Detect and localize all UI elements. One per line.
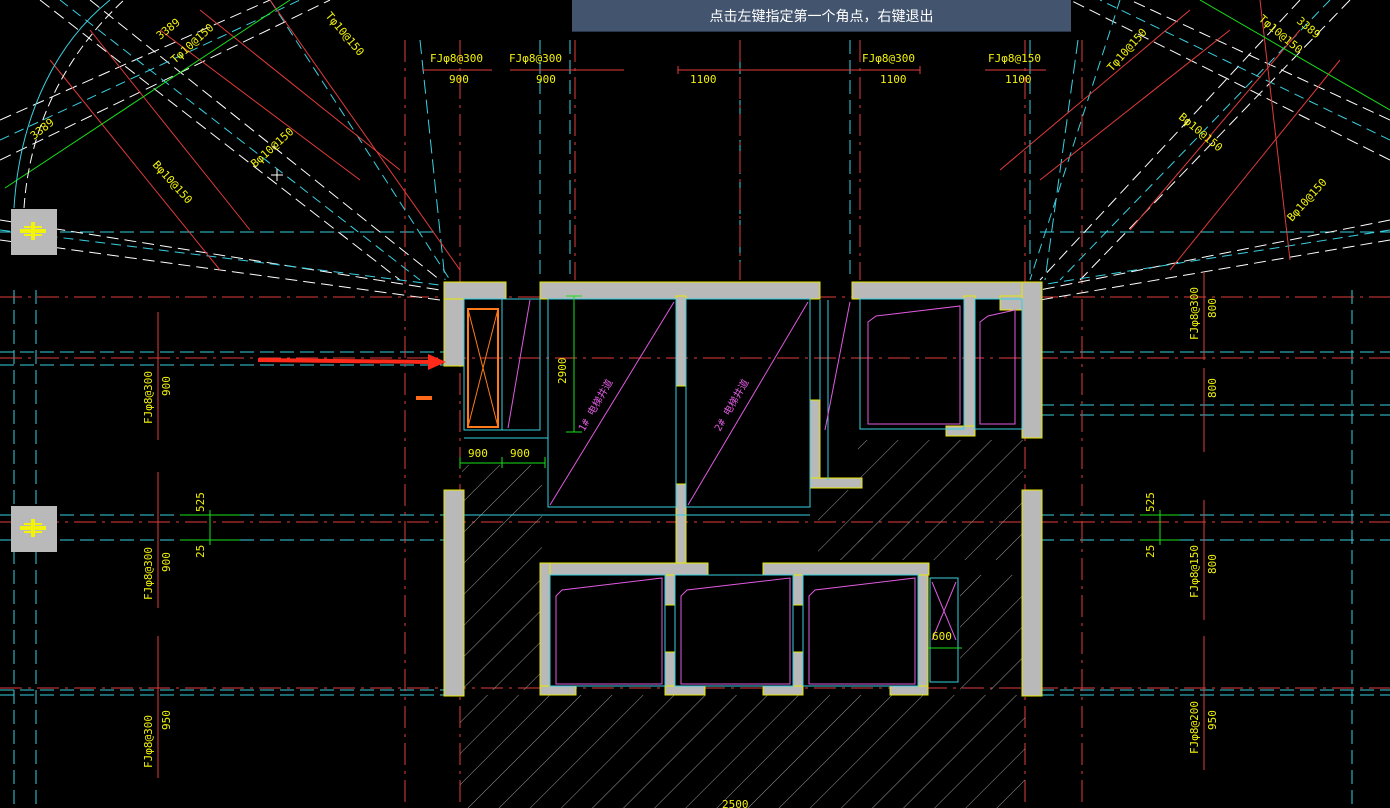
svg-text:FJφ8@300: FJφ8@300 (1188, 287, 1201, 340)
pointer-arrow-icon (257, 354, 446, 370)
svg-text:FJφ8@300: FJφ8@300 (509, 52, 562, 65)
svg-text:900: 900 (449, 73, 469, 86)
svg-text:900: 900 (468, 447, 488, 460)
svg-text:900: 900 (160, 552, 173, 572)
svg-text:FJφ8@200: FJφ8@200 (1188, 701, 1201, 754)
svg-text:25: 25 (1144, 545, 1157, 558)
svg-text:900: 900 (536, 73, 556, 86)
svg-text:FJφ8@300: FJφ8@300 (862, 52, 915, 65)
svg-text:2500: 2500 (722, 798, 749, 808)
svg-text:3389: 3389 (1294, 14, 1323, 41)
selected-member[interactable] (467, 308, 499, 428)
svg-text:2# 电梯井道: 2# 电梯井道 (711, 377, 751, 434)
column-grip-icon[interactable] (11, 209, 57, 255)
svg-text:525: 525 (194, 492, 207, 512)
svg-text:900: 900 (510, 447, 530, 460)
svg-text:1100: 1100 (880, 73, 907, 86)
svg-text:Tφ10@150: Tφ10@150 (323, 10, 367, 59)
svg-text:950: 950 (1206, 710, 1219, 730)
diagonal-beams-left (0, 0, 461, 301)
svg-text:FJφ8@300: FJφ8@300 (430, 52, 483, 65)
svg-text:800: 800 (1206, 554, 1219, 574)
top-dimension-lines (422, 66, 1046, 74)
svg-text:FJφ8@150: FJφ8@150 (1188, 545, 1201, 598)
crosshair-cursor-icon (271, 169, 283, 181)
small-marker (416, 396, 432, 400)
svg-text:2900: 2900 (556, 358, 569, 385)
cad-drawing-canvas[interactable]: FJφ8@300 FJφ8@300 FJφ8@300 FJφ8@150 900 … (0, 0, 1390, 808)
svg-text:Bφ10@150: Bφ10@150 (150, 158, 195, 206)
svg-text:25: 25 (194, 545, 207, 558)
svg-text:3389: 3389 (28, 116, 57, 143)
svg-text:FJφ8@300: FJφ8@300 (142, 715, 155, 768)
column-grip-icon[interactable] (11, 506, 57, 552)
command-prompt-banner: 点击左键指定第一个角点，右键退出 (572, 0, 1071, 32)
svg-text:FJφ8@300: FJφ8@300 (142, 371, 155, 424)
svg-text:FJφ8@300: FJφ8@300 (142, 547, 155, 600)
svg-text:Bφ10@150: Bφ10@150 (248, 125, 296, 170)
svg-text:Bφ10@150: Bφ10@150 (1285, 176, 1330, 224)
svg-text:600: 600 (932, 630, 952, 643)
floor-plan-drawing[interactable]: FJφ8@300 FJφ8@300 FJφ8@300 FJφ8@150 900 … (0, 0, 1390, 808)
svg-text:1# 电梯井道: 1# 电梯井道 (575, 377, 615, 434)
svg-text:800: 800 (1206, 298, 1219, 318)
svg-text:FJφ8@150: FJφ8@150 (988, 52, 1041, 65)
svg-text:1100: 1100 (690, 73, 717, 86)
svg-text:525: 525 (1144, 492, 1157, 512)
svg-text:1100: 1100 (1005, 73, 1032, 86)
svg-text:3389: 3389 (154, 16, 183, 43)
diagonal-beams-right (999, 0, 1390, 301)
svg-text:800: 800 (1206, 378, 1219, 398)
svg-text:900: 900 (160, 376, 173, 396)
svg-text:950: 950 (160, 710, 173, 730)
